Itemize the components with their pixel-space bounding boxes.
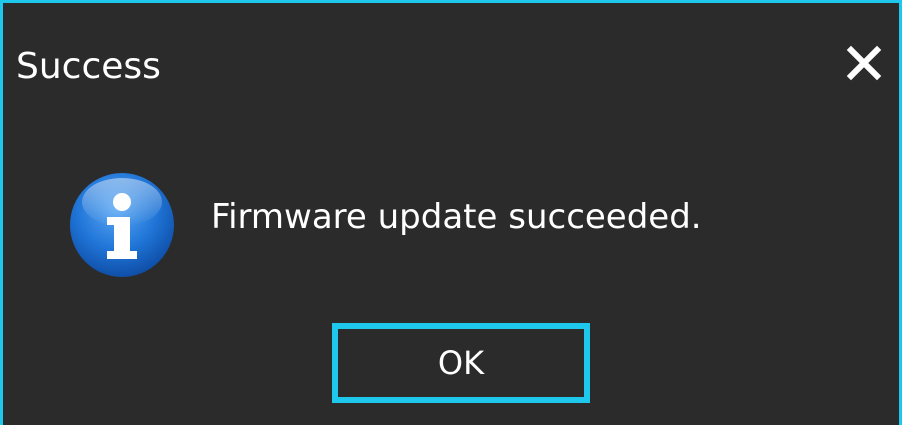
dialog-title: Success [16, 46, 161, 87]
dialog-content: Firmware update succeeded. [3, 135, 899, 315]
dialog-message: Firmware update succeeded. [211, 197, 702, 237]
title-bar: Success [3, 3, 899, 135]
close-button[interactable] [831, 33, 897, 93]
close-icon [846, 45, 882, 81]
ok-button-label: OK [437, 344, 485, 382]
success-dialog: Success Firmware update succeeded. OK [0, 0, 902, 425]
ok-button[interactable]: OK [332, 323, 590, 403]
information-icon [70, 173, 174, 277]
